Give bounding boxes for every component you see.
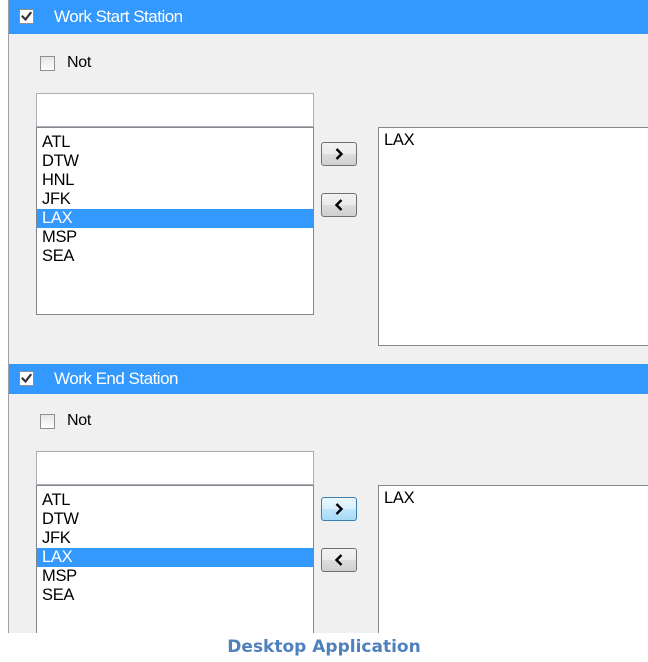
list-item[interactable]: LAX bbox=[37, 209, 313, 228]
list-item[interactable]: SEA bbox=[37, 586, 313, 605]
checkmark-icon bbox=[21, 373, 32, 384]
work-end-station-checkbox[interactable] bbox=[19, 371, 34, 386]
work-end-station-header[interactable]: Work End Station bbox=[9, 364, 648, 394]
checkmark-icon bbox=[21, 11, 32, 22]
list-item[interactable]: LAX bbox=[379, 489, 648, 508]
work-end-add-button[interactable] bbox=[321, 497, 357, 521]
work-start-not-checkbox[interactable] bbox=[40, 56, 55, 71]
work-start-filter-input[interactable] bbox=[36, 93, 314, 127]
list-item[interactable]: ATL bbox=[37, 133, 313, 152]
work-end-not-checkbox[interactable] bbox=[40, 414, 55, 429]
list-item[interactable]: JFK bbox=[37, 529, 313, 548]
station-filter-window: Work Start Station Not ATL DTW HNL JFK LAX MS… bbox=[0, 0, 648, 633]
list-item[interactable]: LAX bbox=[379, 131, 648, 150]
chevron-left-icon bbox=[335, 199, 343, 211]
work-start-not-label: Not bbox=[67, 54, 91, 71]
work-end-selected-list[interactable]: LAX bbox=[378, 485, 648, 633]
list-item[interactable]: ATL bbox=[37, 491, 313, 510]
work-start-station-title: Work Start Station bbox=[54, 7, 183, 26]
work-start-available-list[interactable]: ATL DTW HNL JFK LAX MSP SEA bbox=[36, 127, 314, 315]
chevron-right-icon bbox=[335, 148, 344, 160]
chevron-right-icon bbox=[335, 503, 344, 515]
work-end-remove-button[interactable] bbox=[321, 548, 357, 572]
work-start-add-button[interactable] bbox=[321, 142, 357, 166]
caption: Desktop Application bbox=[227, 637, 421, 657]
list-item[interactable]: DTW bbox=[37, 510, 313, 529]
work-start-station-checkbox[interactable] bbox=[19, 9, 34, 24]
list-item[interactable]: MSP bbox=[37, 228, 313, 247]
list-item[interactable]: DTW bbox=[37, 152, 313, 171]
chevron-left-icon bbox=[335, 554, 343, 566]
list-item[interactable]: HNL bbox=[37, 171, 313, 190]
list-item[interactable]: SEA bbox=[37, 247, 313, 266]
list-item[interactable]: LAX bbox=[37, 548, 313, 567]
work-start-remove-button[interactable] bbox=[321, 193, 357, 217]
work-start-station-header[interactable]: Work Start Station bbox=[9, 0, 648, 34]
work-end-available-list[interactable]: ATL DTW JFK LAX MSP SEA bbox=[36, 485, 314, 633]
list-item[interactable]: MSP bbox=[37, 567, 313, 586]
work-end-station-title: Work End Station bbox=[54, 369, 178, 388]
list-item[interactable]: JFK bbox=[37, 190, 313, 209]
work-end-not-label: Not bbox=[67, 412, 91, 429]
work-start-selected-list[interactable]: LAX bbox=[378, 127, 648, 346]
work-end-filter-input[interactable] bbox=[36, 451, 314, 485]
window-left-border bbox=[0, 0, 9, 633]
